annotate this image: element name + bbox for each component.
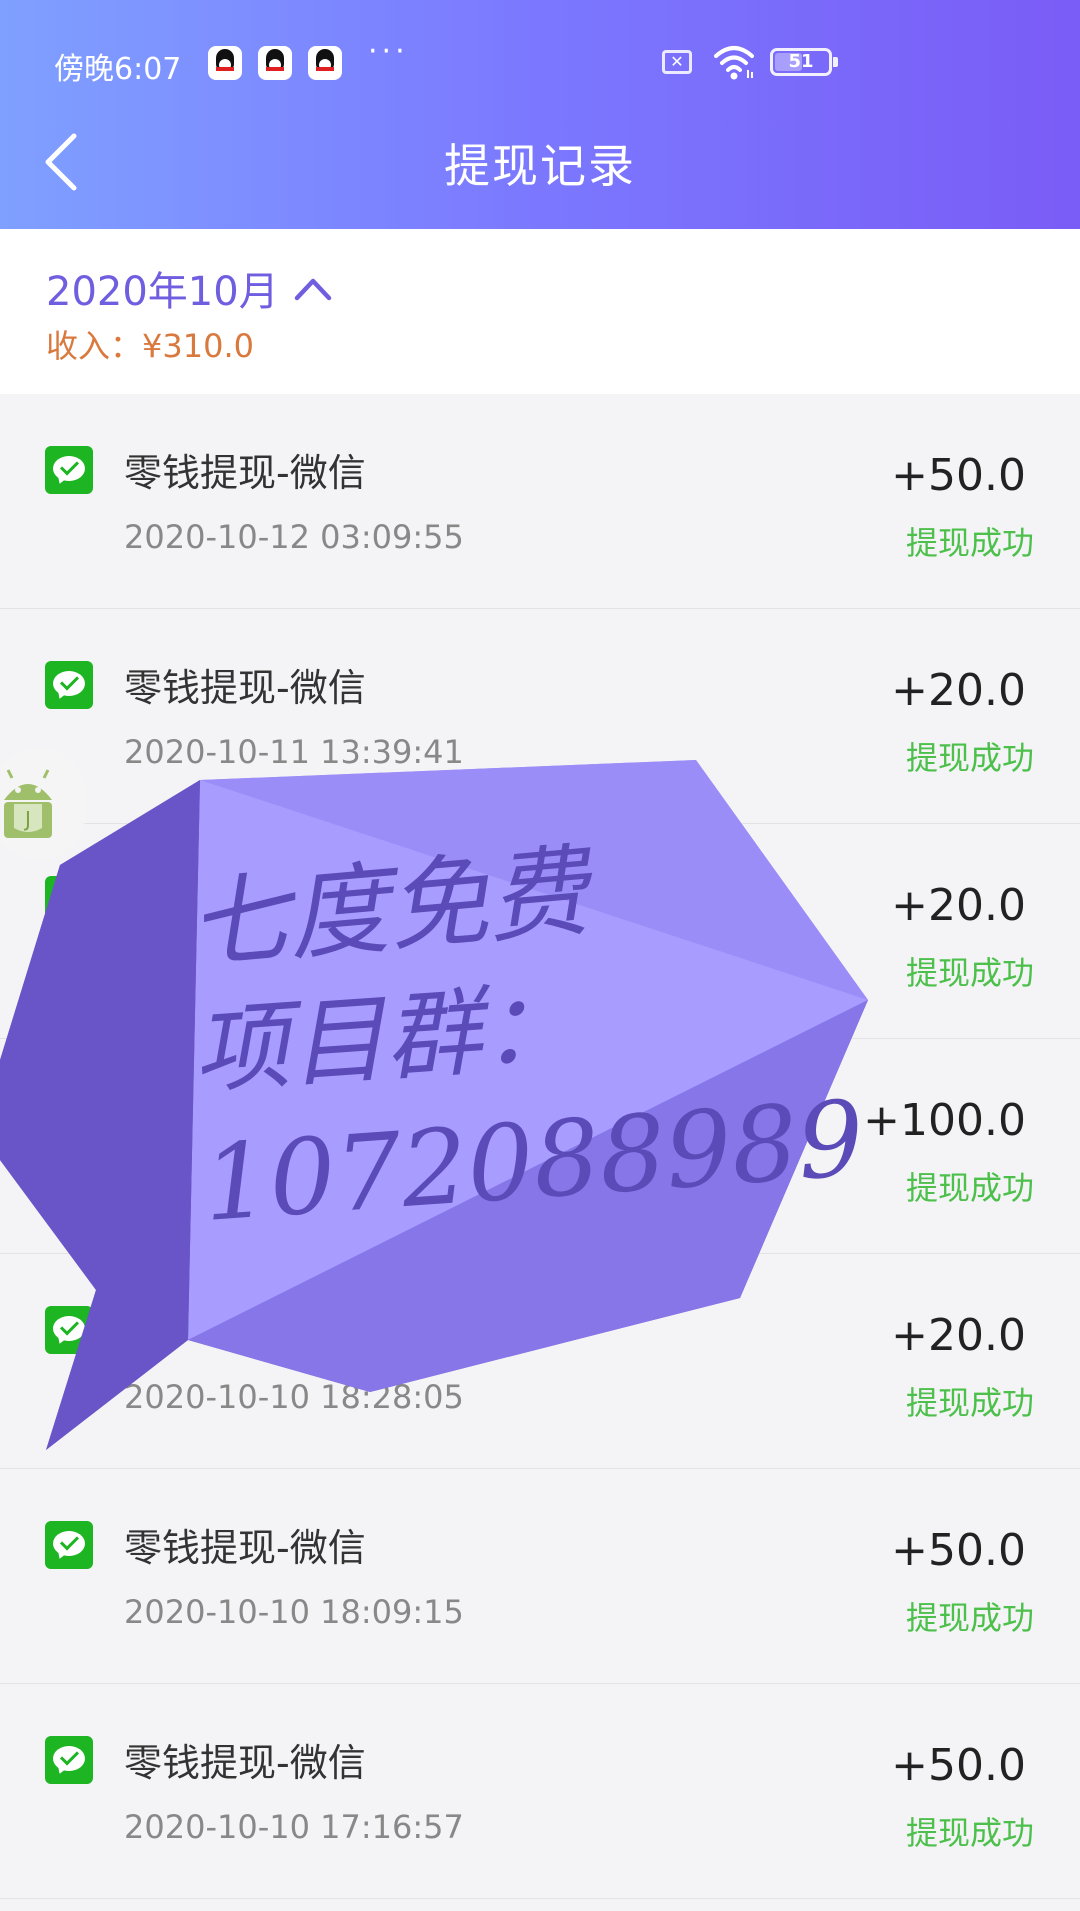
- income-summary: 收入：¥310.0: [46, 321, 254, 367]
- wechat-icon: [45, 1521, 93, 1569]
- chevron-up-icon: [294, 278, 331, 301]
- record-status: 提现成功: [905, 524, 1034, 562]
- wechat-icon: [45, 1306, 93, 1354]
- floating-assistant-button[interactable]: J: [0, 748, 86, 860]
- qq-icon: [308, 46, 342, 80]
- record-amount: +100.0: [863, 1095, 1026, 1146]
- status-more-indicator: ···: [368, 34, 409, 69]
- header-bar: 傍晚6:07 ··· ✕ 51 提现记录: [0, 0, 1080, 229]
- status-bar: 傍晚6:07 ··· ✕ 51: [0, 30, 1080, 100]
- battery-level: 51: [788, 51, 814, 72]
- wechat-icon: [45, 1736, 93, 1784]
- record-time: 2020-10-10 18:28:05: [124, 1378, 464, 1416]
- list-item[interactable]: +100.0 提现成功: [0, 1039, 1080, 1254]
- withdrawal-record-list: 零钱提现-微信 2020-10-12 03:09:55 +50.0 提现成功 零…: [0, 394, 1080, 1899]
- status-time: 傍晚6:07: [54, 52, 182, 87]
- list-item[interactable]: 零钱提现-微信 2020-10-11 13:39:41 +20.0 提现成功: [0, 609, 1080, 824]
- qq-icon: [258, 46, 292, 80]
- record-status: 提现成功: [905, 1814, 1034, 1852]
- record-time: 2020-10-10 17:16:57: [124, 1808, 464, 1846]
- record-time: 2020-10-12 03:09:55: [124, 518, 464, 556]
- month-label: 2020年10月: [46, 269, 279, 315]
- record-title: 零钱提现-微信: [124, 1526, 366, 1570]
- list-item[interactable]: 零钱提现-微信 2020-10-10 18:09:15 +50.0 提现成功: [0, 1469, 1080, 1684]
- record-status: 提现成功: [905, 1169, 1034, 1207]
- list-item[interactable]: 2020-10-10 18:28:05 +20.0 提现成功: [0, 1254, 1080, 1469]
- month-summary: 2020年10月 收入：¥310.0: [0, 229, 1080, 394]
- wechat-icon: [45, 1091, 93, 1139]
- record-title: 零钱提现-微信: [124, 666, 366, 710]
- qq-icon: [208, 46, 242, 80]
- wifi-icon: [714, 46, 754, 80]
- record-amount: +50.0: [891, 1525, 1026, 1576]
- wechat-icon: [45, 661, 93, 709]
- page-title: 提现记录: [444, 139, 636, 193]
- record-time: 2020-10-10 18:09:15: [124, 1593, 464, 1631]
- list-item[interactable]: 零钱提现-微信 2020-10-10 17:16:57 +50.0 提现成功: [0, 1684, 1080, 1899]
- record-amount: +50.0: [891, 450, 1026, 501]
- month-picker[interactable]: 2020年10月: [46, 259, 333, 317]
- record-amount: +20.0: [891, 1310, 1026, 1361]
- wechat-icon: [45, 446, 93, 494]
- badge-letter: J: [23, 807, 31, 831]
- record-title: 零钱提现-微信: [124, 451, 366, 495]
- income-value: ¥310.0: [142, 327, 254, 365]
- record-amount: +50.0: [891, 1740, 1026, 1791]
- record-status: 提现成功: [905, 739, 1034, 777]
- wechat-icon: [45, 876, 93, 924]
- android-icon: J: [4, 769, 52, 838]
- income-label: 收入：: [46, 327, 143, 365]
- record-amount: +20.0: [891, 880, 1026, 931]
- list-item[interactable]: 零钱提现-微信 2020-10-12 03:09:55 +50.0 提现成功: [0, 394, 1080, 609]
- record-time: 2020-10-11 13:39:41: [124, 733, 464, 771]
- record-status: 提现成功: [905, 1599, 1034, 1637]
- no-sim-icon: ✕: [662, 50, 692, 74]
- record-status: 提现成功: [905, 954, 1034, 992]
- record-status: 提现成功: [905, 1384, 1034, 1422]
- list-item[interactable]: +20.0 提现成功: [0, 824, 1080, 1039]
- record-title: 零钱提现-微信: [124, 1741, 366, 1785]
- battery-icon: 51: [770, 48, 838, 76]
- record-amount: +20.0: [891, 665, 1026, 716]
